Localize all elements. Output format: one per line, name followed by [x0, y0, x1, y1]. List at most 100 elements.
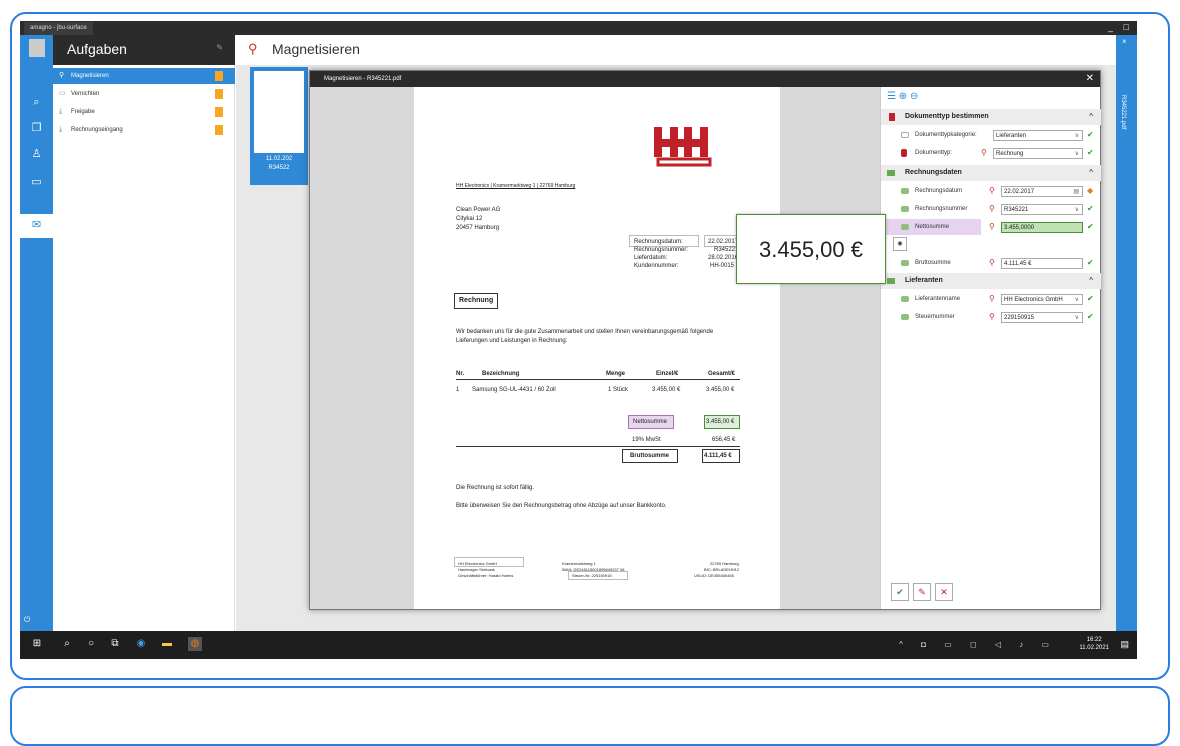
zoom-out-icon[interactable]: ⊖	[910, 91, 918, 102]
tag-icon	[887, 278, 895, 284]
explorer-icon[interactable]: ▬	[160, 637, 174, 651]
task-label: Vernichten	[71, 91, 100, 97]
lieferantenname-select[interactable]: HH Electronics GmbH ∨	[1001, 294, 1083, 305]
netto-label: Nettosumme	[633, 419, 668, 425]
notification-icon[interactable]: ▤	[1120, 639, 1129, 650]
task-label: Rechnungseingang	[71, 127, 123, 133]
intro-line: Lieferungen und Leistungen in Rechnung:	[456, 338, 568, 344]
check-icon: ✔	[1087, 130, 1094, 139]
mwst-label: 19% MwSt	[632, 437, 661, 443]
table-rule	[456, 446, 740, 447]
document-icon	[901, 132, 909, 138]
collapse-icon[interactable]: ^	[1089, 109, 1093, 125]
lower-frame	[10, 686, 1170, 746]
search-icon[interactable]: ⌕	[29, 95, 44, 110]
check-icon: ✔	[1087, 148, 1094, 157]
field-value: 3.455,0000	[1004, 225, 1035, 231]
rechnungsnummer-select[interactable]: R345221 ∨	[1001, 204, 1083, 215]
system-tray[interactable]: ^ ◘ ▭ ◻ ◁ ♪ ▭	[899, 640, 1057, 649]
app-title: amagno - jbu-surface	[30, 25, 87, 31]
select-value: HH Electronics GmbH	[1004, 297, 1063, 303]
bruttosumme-field[interactable]: 4.111,45 €	[1001, 258, 1083, 269]
left-nav: ⌕ ❐ ♙ ▭ ✉ ⏻	[20, 35, 53, 645]
chat-icon[interactable]: ▭	[29, 175, 44, 190]
invoice-page: HH Electronics | Kramermarktweg 1 | 2276…	[414, 87, 780, 609]
footer-left: Geschäftsführer: Harald Harms	[458, 573, 514, 578]
power-icon[interactable]: ⏻	[24, 615, 30, 625]
magnet-icon: ⚲	[989, 222, 995, 231]
avatar[interactable]	[29, 39, 45, 57]
user-icon[interactable]: ♙	[29, 147, 44, 162]
table-header: Nr.	[456, 371, 465, 377]
footer-right: 22769 Hamburg	[710, 561, 739, 566]
sender-line: HH Electronics | Kramermarktweg 1 | 2276…	[456, 183, 576, 189]
tasks-nav-active[interactable]: ✉	[20, 214, 53, 238]
select-value: Rechnung	[996, 151, 1024, 157]
steuernummer-select[interactable]: 229150915 ∨	[1001, 312, 1083, 323]
magnetize-dialog: Magnetisieren - R345221.pdf ✕ HH Electron…	[309, 70, 1101, 610]
meta-value: R345221	[714, 247, 739, 253]
field-value: 4.111,45 €	[1004, 261, 1032, 267]
section-lieferanten[interactable]: Lieferanten ^	[881, 273, 1101, 289]
pin-icon[interactable]: ✎	[216, 43, 223, 52]
magnet-icon: ⚲	[989, 258, 995, 267]
check-icon: ✔	[1087, 204, 1094, 213]
row-steuernummer: Steuernummer ⚲ 229150915 ∨ ✔	[881, 309, 1101, 325]
collapse-icon[interactable]: ^	[1089, 273, 1093, 289]
cortana-icon[interactable]: ○	[84, 637, 98, 651]
edge-icon[interactable]: ◉	[134, 637, 148, 651]
brutto-label: Bruttosumme	[630, 453, 670, 459]
confirm-button[interactable]: ✔	[891, 583, 909, 601]
section-dokumenttyp[interactable]: Dokumenttyp bestimmen ^	[881, 109, 1101, 125]
window-controls[interactable]: _ □	[1108, 22, 1133, 32]
app-tab[interactable]: amagno - jbu-surface	[24, 22, 93, 35]
tasks-title: Aufgaben	[67, 41, 127, 57]
task-item-vernichten[interactable]: ▭ Vernichten	[53, 86, 235, 102]
meta-value: HH-0015	[710, 263, 735, 269]
search-icon[interactable]: ⌕	[60, 637, 74, 651]
documents-icon[interactable]: ❐	[29, 121, 44, 136]
tasks-icon: ✉	[31, 219, 42, 231]
section-rechnungsdaten[interactable]: Rechnungsdaten ^	[881, 165, 1101, 181]
thumbnail-date: 11.02.202	[265, 156, 293, 162]
task-badge	[215, 125, 223, 135]
kategorie-select[interactable]: Lieferanten ∨	[993, 130, 1083, 141]
task-item-freigabe[interactable]: ⤓ Freigabe	[53, 104, 235, 120]
windows-start-icon[interactable]: ⊞	[30, 637, 44, 651]
location-pin-icon[interactable]: ◉	[893, 237, 907, 251]
nettosumme-field[interactable]: 3.455,0000	[1001, 222, 1083, 233]
right-strip: × R345221.pdf	[1116, 35, 1137, 645]
select-value: R345221	[1004, 207, 1029, 213]
task-badge	[215, 107, 223, 117]
table-header: Bezeichnung	[482, 371, 520, 377]
row-nettosumme: ⚲ 3.455,0000 ✔	[881, 219, 1101, 235]
document-viewer: HH Electronics | Kramermarktweg 1 | 2276…	[310, 87, 880, 609]
clock-date: 11.02.2021	[1079, 645, 1109, 651]
collapse-icon[interactable]: ^	[1089, 165, 1093, 181]
dokumenttyp-select[interactable]: Rechnung ∨	[993, 148, 1083, 159]
field-label: Rechnungsdatum	[915, 188, 963, 194]
row-lieferantenname: Lieferantenname ⚲ HH Electronics GmbH ∨ ✔	[881, 291, 1101, 307]
table-header: Menge	[606, 371, 626, 377]
save-flag-button[interactable]: ✎	[913, 583, 931, 601]
rechnungsdatum-field[interactable]: 22.02.2017 ▤	[1001, 186, 1083, 197]
document-thumbnail[interactable]: 11.02.202 R34522	[250, 67, 308, 185]
task-label: Freigabe	[71, 109, 95, 115]
field-label: Steuernummer	[915, 314, 955, 320]
clock[interactable]: 16:22 11.02.2021	[1079, 636, 1109, 652]
list-view-icon[interactable]: ☰	[887, 91, 896, 102]
calendar-icon[interactable]: ▤	[1073, 187, 1079, 197]
task-item-rechnungseingang[interactable]: ⤓ Rechnungseingang	[53, 122, 235, 138]
magnet-icon: ⚲	[989, 204, 995, 213]
amagno-icon[interactable]: ◍	[188, 637, 202, 651]
task-view-icon[interactable]: ⧉	[108, 637, 122, 651]
chevron-down-icon: ∨	[1074, 151, 1079, 157]
file-label: R345221.pdf	[1120, 95, 1126, 130]
zoom-in-icon[interactable]: ⊕	[899, 91, 907, 102]
table-cell: 3.455,00 €	[706, 387, 735, 393]
close-icon[interactable]: ×	[1122, 37, 1127, 46]
cancel-button[interactable]: ✕	[935, 583, 953, 601]
close-icon[interactable]: ✕	[1086, 71, 1094, 87]
task-item-magnetisieren[interactable]: ⚲ Magnetisieren	[53, 68, 235, 84]
mwst-value: 656,45 €	[712, 437, 736, 443]
